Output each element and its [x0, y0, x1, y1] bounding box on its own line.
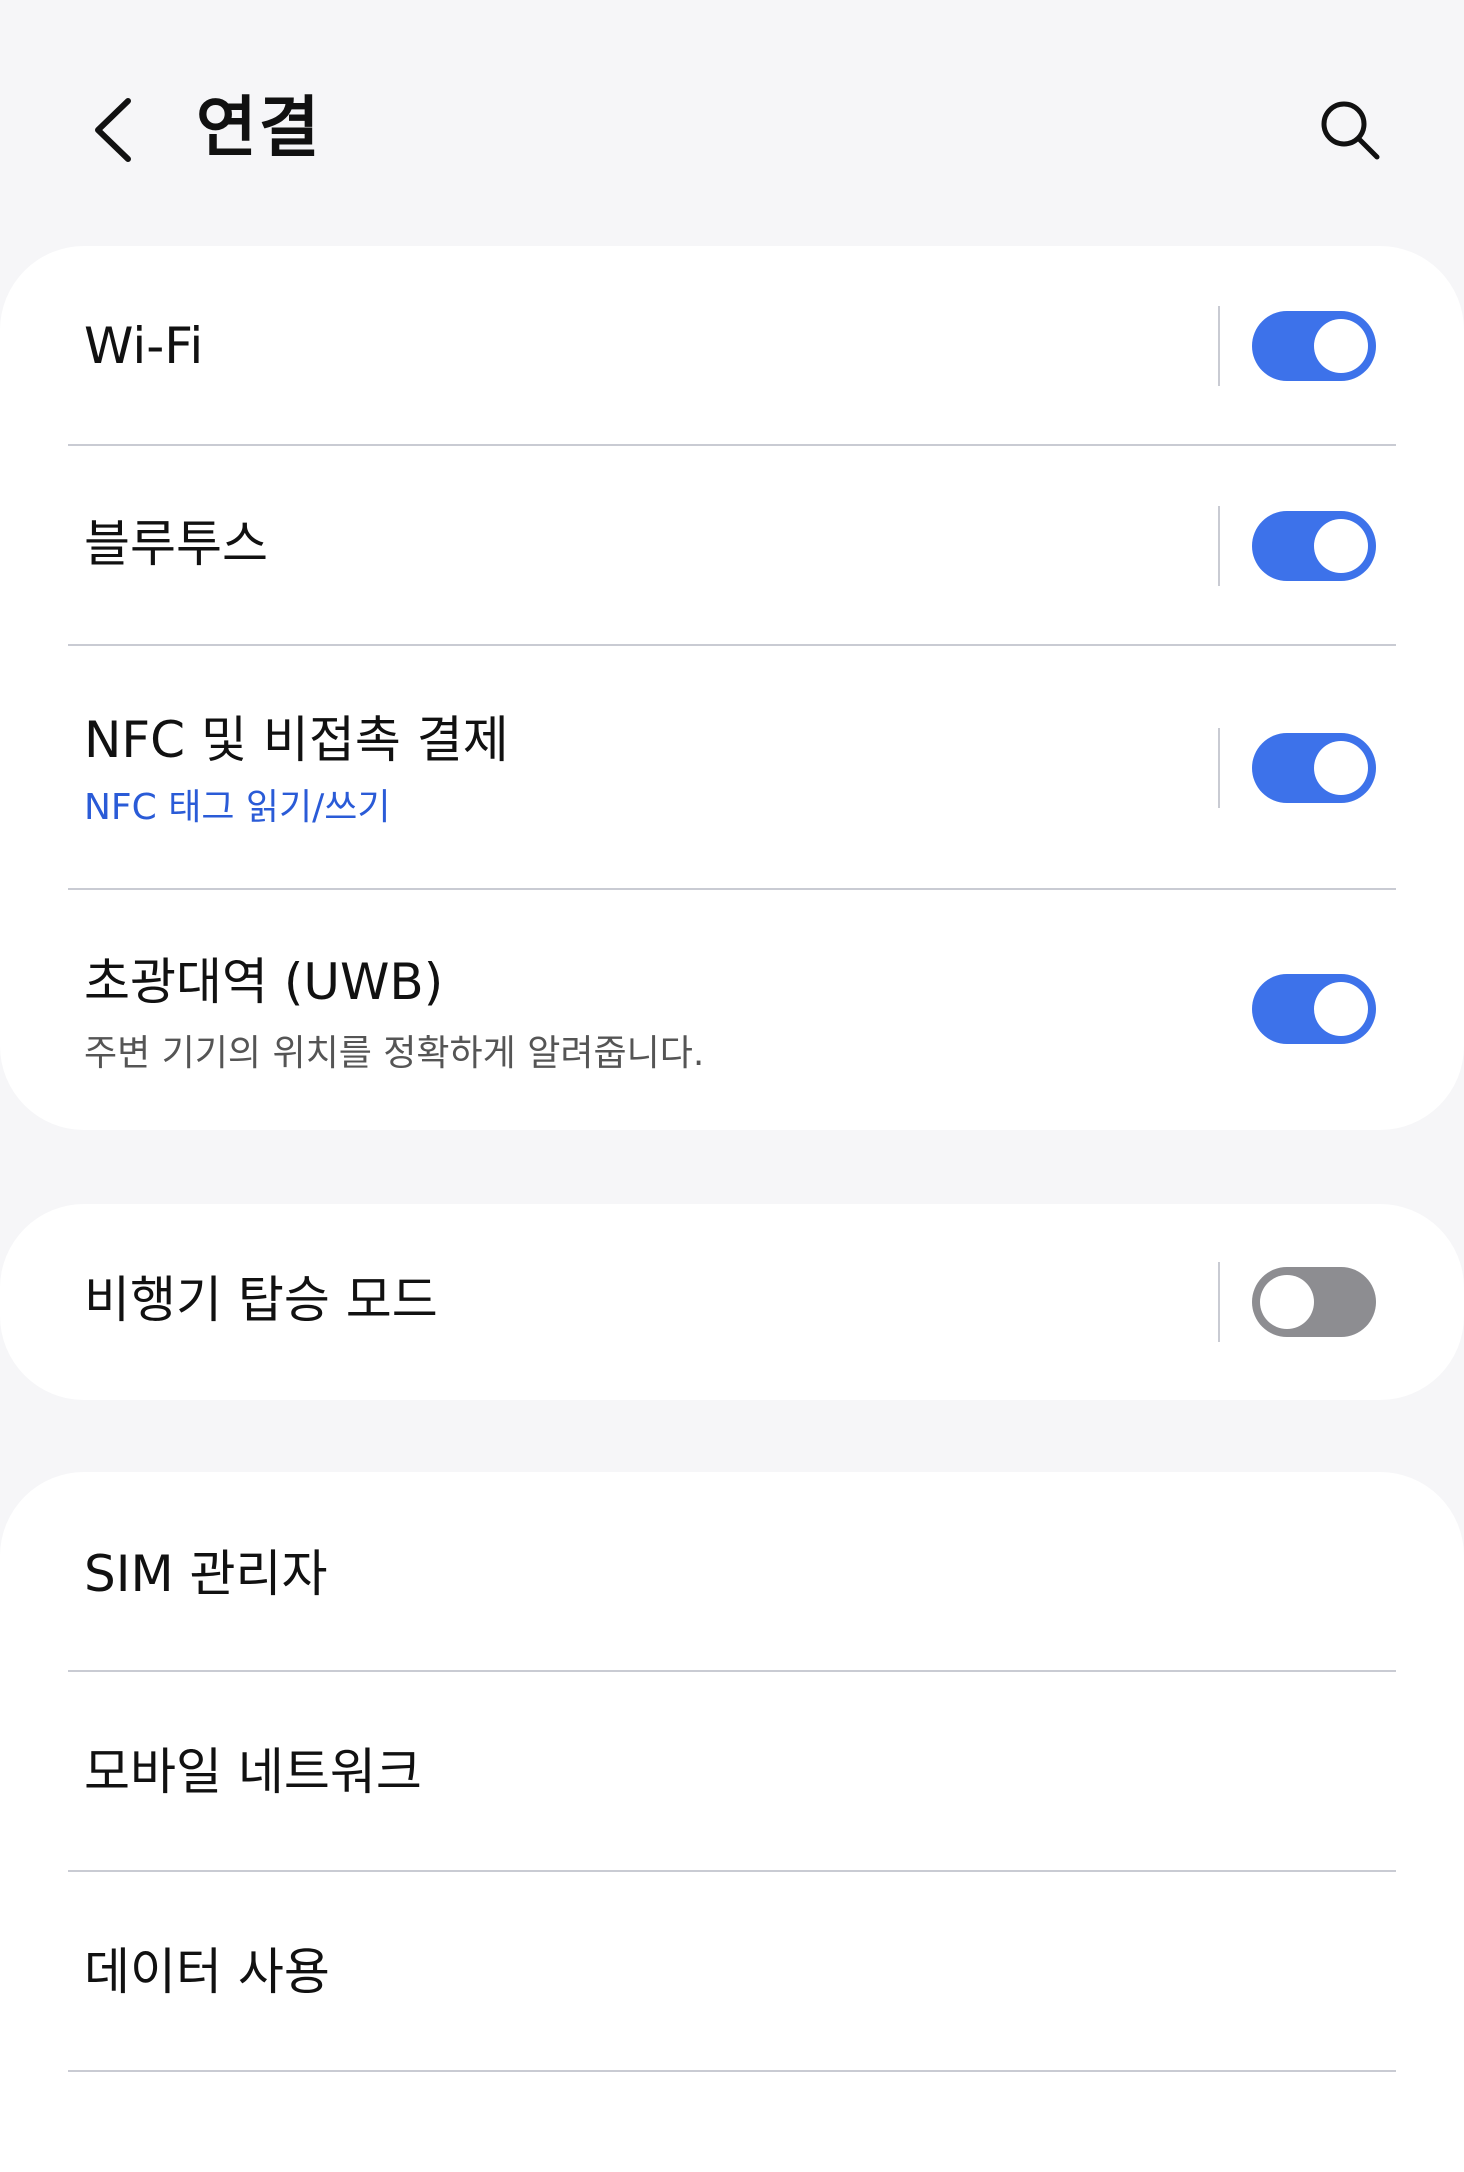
sim-manager-label: SIM 관리자: [84, 1545, 328, 1603]
data-usage-row[interactable]: 데이터 사용: [0, 1872, 1464, 2072]
search-icon: [1321, 101, 1380, 160]
more-settings-card: SIM 관리자 모바일 네트워크 데이터 사용: [0, 1472, 1464, 2172]
bluetooth-toggle[interactable]: [1252, 511, 1376, 581]
connections-card: Wi-Fi 블루투스 NFC 및 비접촉 결제 NFC 태그 읽기/쓰기 초광대…: [0, 246, 1464, 1130]
mobile-networks-label: 모바일 네트워크: [84, 1743, 422, 1801]
uwb-toggle[interactable]: [1252, 974, 1376, 1044]
bluetooth-separator: [1218, 506, 1220, 586]
nfc-toggle-knob: [1314, 741, 1368, 795]
search-button[interactable]: [1310, 90, 1390, 170]
wifi-toggle-knob: [1314, 319, 1368, 373]
airplane-row[interactable]: 비행기 탑승 모드: [0, 1204, 1464, 1400]
airplane-toggle-knob: [1260, 1275, 1314, 1329]
nfc-toggle[interactable]: [1252, 733, 1376, 803]
uwb-sub-label: 주변 기기의 위치를 정확하게 알려줍니다.: [84, 1033, 705, 1074]
uwb-label: 초광대역 (UWB): [84, 953, 444, 1011]
uwb-row[interactable]: 초광대역 (UWB) 주변 기기의 위치를 정확하게 알려줍니다.: [0, 890, 1464, 1130]
uwb-toggle-knob: [1314, 982, 1368, 1036]
airplane-toggle[interactable]: [1252, 1267, 1376, 1337]
airplane-separator: [1218, 1262, 1220, 1342]
nfc-row[interactable]: NFC 및 비접촉 결제 NFC 태그 읽기/쓰기: [0, 646, 1464, 890]
wifi-row[interactable]: Wi-Fi: [0, 246, 1464, 446]
back-button[interactable]: [72, 90, 152, 170]
airplane-label: 비행기 탑승 모드: [84, 1271, 438, 1329]
wifi-label: Wi-Fi: [84, 317, 204, 375]
bluetooth-row[interactable]: 블루투스: [0, 446, 1464, 646]
bluetooth-label: 블루투스: [84, 515, 268, 573]
bluetooth-toggle-knob: [1314, 519, 1368, 573]
nfc-sub-label: NFC 태그 읽기/쓰기: [84, 787, 391, 828]
wifi-toggle[interactable]: [1252, 311, 1376, 381]
chevron-left-icon: [95, 98, 131, 162]
nfc-label: NFC 및 비접촉 결제: [84, 711, 509, 769]
sim-manager-row[interactable]: SIM 관리자: [0, 1472, 1464, 1672]
row-divider: [68, 2070, 1396, 2072]
page-title: 연결: [196, 89, 322, 166]
wifi-separator: [1218, 306, 1220, 386]
top-app-bar: 연결: [0, 0, 1464, 250]
airplane-card: 비행기 탑승 모드: [0, 1204, 1464, 1400]
data-usage-label: 데이터 사용: [84, 1943, 330, 2001]
nfc-separator: [1218, 728, 1220, 808]
mobile-networks-row[interactable]: 모바일 네트워크: [0, 1672, 1464, 1872]
